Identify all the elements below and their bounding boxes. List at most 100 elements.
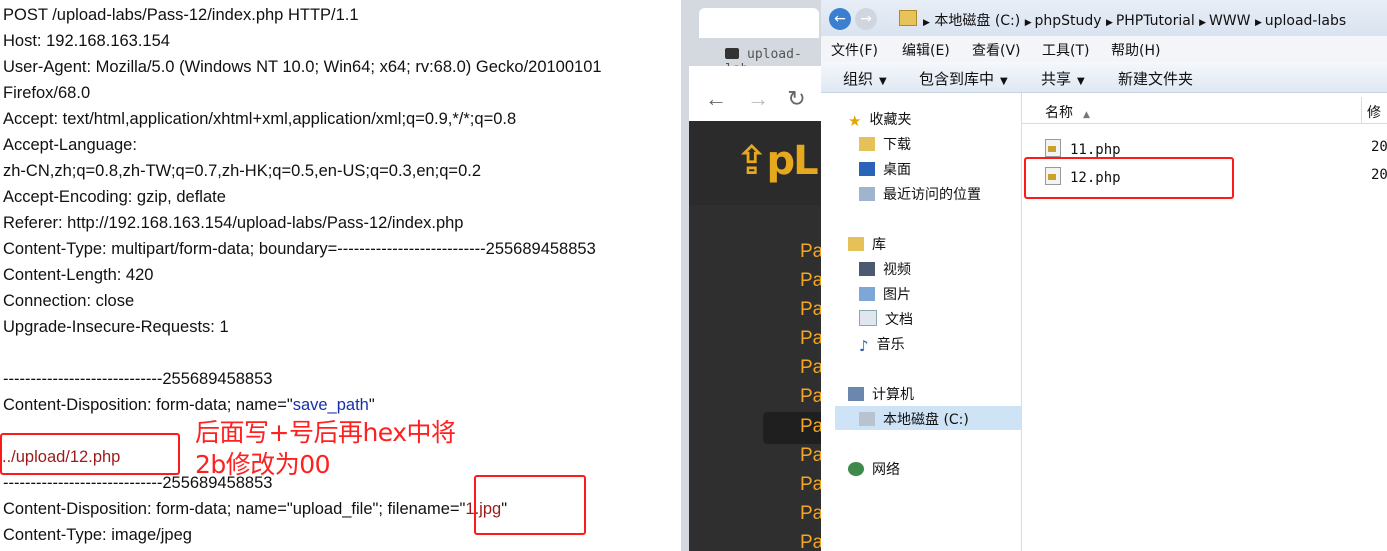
menu-file[interactable]: 文件(F) xyxy=(831,40,878,60)
user-agent-cont: Firefox/68.0 xyxy=(3,84,91,102)
nav-documents[interactable]: 文档 xyxy=(859,309,913,329)
nav-videos-label: 视频 xyxy=(883,262,911,278)
browser-tab[interactable] xyxy=(699,8,819,38)
back-button-icon[interactable]: ← xyxy=(829,8,851,30)
nav-computer[interactable]: 计算机 xyxy=(848,384,914,404)
nav-favorites-label: 收藏夹 xyxy=(869,112,912,128)
pass-link[interactable]: Pa xyxy=(800,357,821,379)
column-name-header[interactable]: 名称 ▲ xyxy=(1045,102,1090,122)
crumb-local-disk[interactable]: 本地磁盘 (C:) xyxy=(934,13,1020,29)
downloads-folder-icon xyxy=(859,137,875,151)
nav-recent-label: 最近访问的位置 xyxy=(883,187,981,203)
menu-tools[interactable]: 工具(T) xyxy=(1042,40,1089,60)
dropdown-arrow-icon: ▼ xyxy=(879,76,887,87)
pass-link[interactable]: Pa xyxy=(800,328,821,350)
forward-button-icon[interactable]: → xyxy=(855,8,877,30)
annotation-line-2: 2b修改为00 xyxy=(195,450,331,479)
column-separator[interactable] xyxy=(1361,97,1362,123)
host-header: Host: 192.168.163.154 xyxy=(3,32,170,50)
browser-nav: ← → ↻ xyxy=(705,86,806,112)
nav-network-label: 网络 xyxy=(872,462,900,478)
http-request-panel: POST /upload-labs/Pass-12/index.php HTTP… xyxy=(0,0,680,551)
crumb-www[interactable]: WWW xyxy=(1209,13,1251,29)
pass-link-active[interactable]: Pa xyxy=(800,416,821,438)
forward-arrow-icon[interactable]: → xyxy=(747,86,769,111)
network-icon xyxy=(848,462,864,476)
boundary-line-1: -----------------------------25568945885… xyxy=(3,370,273,388)
upgrade-header: Upgrade-Insecure-Requests: 1 xyxy=(3,318,229,336)
file-date: 20 xyxy=(1371,167,1387,183)
navigation-pane xyxy=(821,93,1021,551)
pass-link[interactable]: Pa xyxy=(800,299,821,321)
share-label: 共享 xyxy=(1041,70,1072,88)
accept-encoding-header: Accept-Encoding: gzip, deflate xyxy=(3,188,226,206)
include-library-label: 包含到库中 xyxy=(919,70,995,88)
nav-local-disk[interactable]: 本地磁盘 (C:) xyxy=(859,409,969,429)
nav-network[interactable]: 网络 xyxy=(848,459,900,479)
camera-icon xyxy=(725,48,739,59)
nav-libraries-label: 库 xyxy=(872,237,886,253)
nav-pictures[interactable]: 图片 xyxy=(859,284,911,304)
nav-documents-label: 文档 xyxy=(885,312,913,328)
nav-desktop[interactable]: 桌面 xyxy=(859,159,911,179)
breadcrumb[interactable]: ▶ 本地磁盘 (C:) ▶ phpStudy ▶ PHPTutorial ▶ W… xyxy=(923,10,1346,30)
documents-icon xyxy=(859,310,877,326)
upload-disposition-prefix: Content-Disposition: form-data; name="up… xyxy=(3,500,466,518)
menu-view[interactable]: 查看(V) xyxy=(972,40,1021,60)
file-name: 11.php xyxy=(1070,142,1121,158)
reload-icon[interactable]: ↻ xyxy=(787,86,805,111)
dropdown-arrow-icon: ▼ xyxy=(1000,76,1008,87)
nav-favorites[interactable]: ★ 收藏夹 xyxy=(848,109,911,130)
pass-link[interactable]: Pa xyxy=(800,445,821,467)
pass-link[interactable]: Pa xyxy=(800,386,821,408)
accept-header: Accept: text/html,application/xhtml+xml,… xyxy=(3,110,517,128)
crumb-phpstudy[interactable]: phpStudy xyxy=(1035,13,1102,29)
file-row[interactable]: 11.php xyxy=(1045,139,1121,158)
pass-link[interactable]: Pa xyxy=(800,532,821,551)
crumb-phptutorial[interactable]: PHPTutorial xyxy=(1116,13,1195,29)
pass-link[interactable]: Pa xyxy=(800,241,821,263)
content-length-header: Content-Length: 420 xyxy=(3,266,154,284)
pane-divider[interactable] xyxy=(1021,93,1022,551)
content-type-header: Content-Type: multipart/form-data; bound… xyxy=(3,240,596,258)
menu-edit[interactable]: 编辑(E) xyxy=(902,40,950,60)
file-date: 20 xyxy=(1371,139,1387,155)
uploaded-file-highlight-box xyxy=(1024,157,1234,199)
menu-help[interactable]: 帮助(H) xyxy=(1111,40,1160,60)
nav-libraries[interactable]: 库 xyxy=(848,234,886,254)
music-icon: ♪ xyxy=(859,337,869,355)
column-modified-header[interactable]: 修 xyxy=(1367,102,1381,122)
dropdown-arrow-icon: ▼ xyxy=(1077,76,1085,87)
explorer-window: ← → ▶ 本地磁盘 (C:) ▶ phpStudy ▶ PHPTutorial… xyxy=(821,0,1387,551)
nav-downloads[interactable]: 下载 xyxy=(859,134,911,154)
save-path-field-name: save_path xyxy=(292,396,369,414)
nav-recent[interactable]: 最近访问的位置 xyxy=(859,184,981,204)
annotation-line-1: 后面写+号后再hex中将 xyxy=(195,418,456,447)
back-arrow-icon[interactable]: ← xyxy=(705,86,727,111)
new-folder-button[interactable]: 新建文件夹 xyxy=(1118,68,1193,89)
nav-downloads-label: 下载 xyxy=(883,137,911,153)
organize-button[interactable]: 组织 ▼ xyxy=(843,68,887,89)
include-in-library-button[interactable]: 包含到库中 ▼ xyxy=(919,68,1008,89)
nav-videos[interactable]: 视频 xyxy=(859,259,911,279)
disk-drive-icon xyxy=(859,412,875,426)
desktop-icon xyxy=(859,162,875,176)
nav-music[interactable]: ♪ 音乐 xyxy=(859,334,905,355)
connection-header: Connection: close xyxy=(3,292,135,310)
crumb-upload-labs[interactable]: upload-labs xyxy=(1265,13,1346,29)
pass-link[interactable]: Pa xyxy=(800,503,821,525)
php-file-icon xyxy=(1045,139,1061,157)
save-path-highlight-box xyxy=(0,433,180,475)
pass-link[interactable]: Pa xyxy=(800,474,821,496)
nav-computer-label: 计算机 xyxy=(872,387,914,403)
share-button[interactable]: 共享 ▼ xyxy=(1041,68,1085,89)
recent-places-icon xyxy=(859,187,875,201)
browser-window: upload-lab ← → ↻ ⇪pL Pa Pa Pa Pa Pa Pa P… xyxy=(681,0,821,551)
referer-header: Referer: http://192.168.163.154/upload-l… xyxy=(3,214,464,232)
quote-close: " xyxy=(368,396,375,414)
nav-local-disk-label: 本地磁盘 (C:) xyxy=(883,412,969,428)
disposition-prefix: Content-Disposition: form-data; name=" xyxy=(3,396,293,414)
folder-icon xyxy=(899,10,917,26)
pass-link[interactable]: Pa xyxy=(800,270,821,292)
accept-language-header: Accept-Language: xyxy=(3,136,137,154)
